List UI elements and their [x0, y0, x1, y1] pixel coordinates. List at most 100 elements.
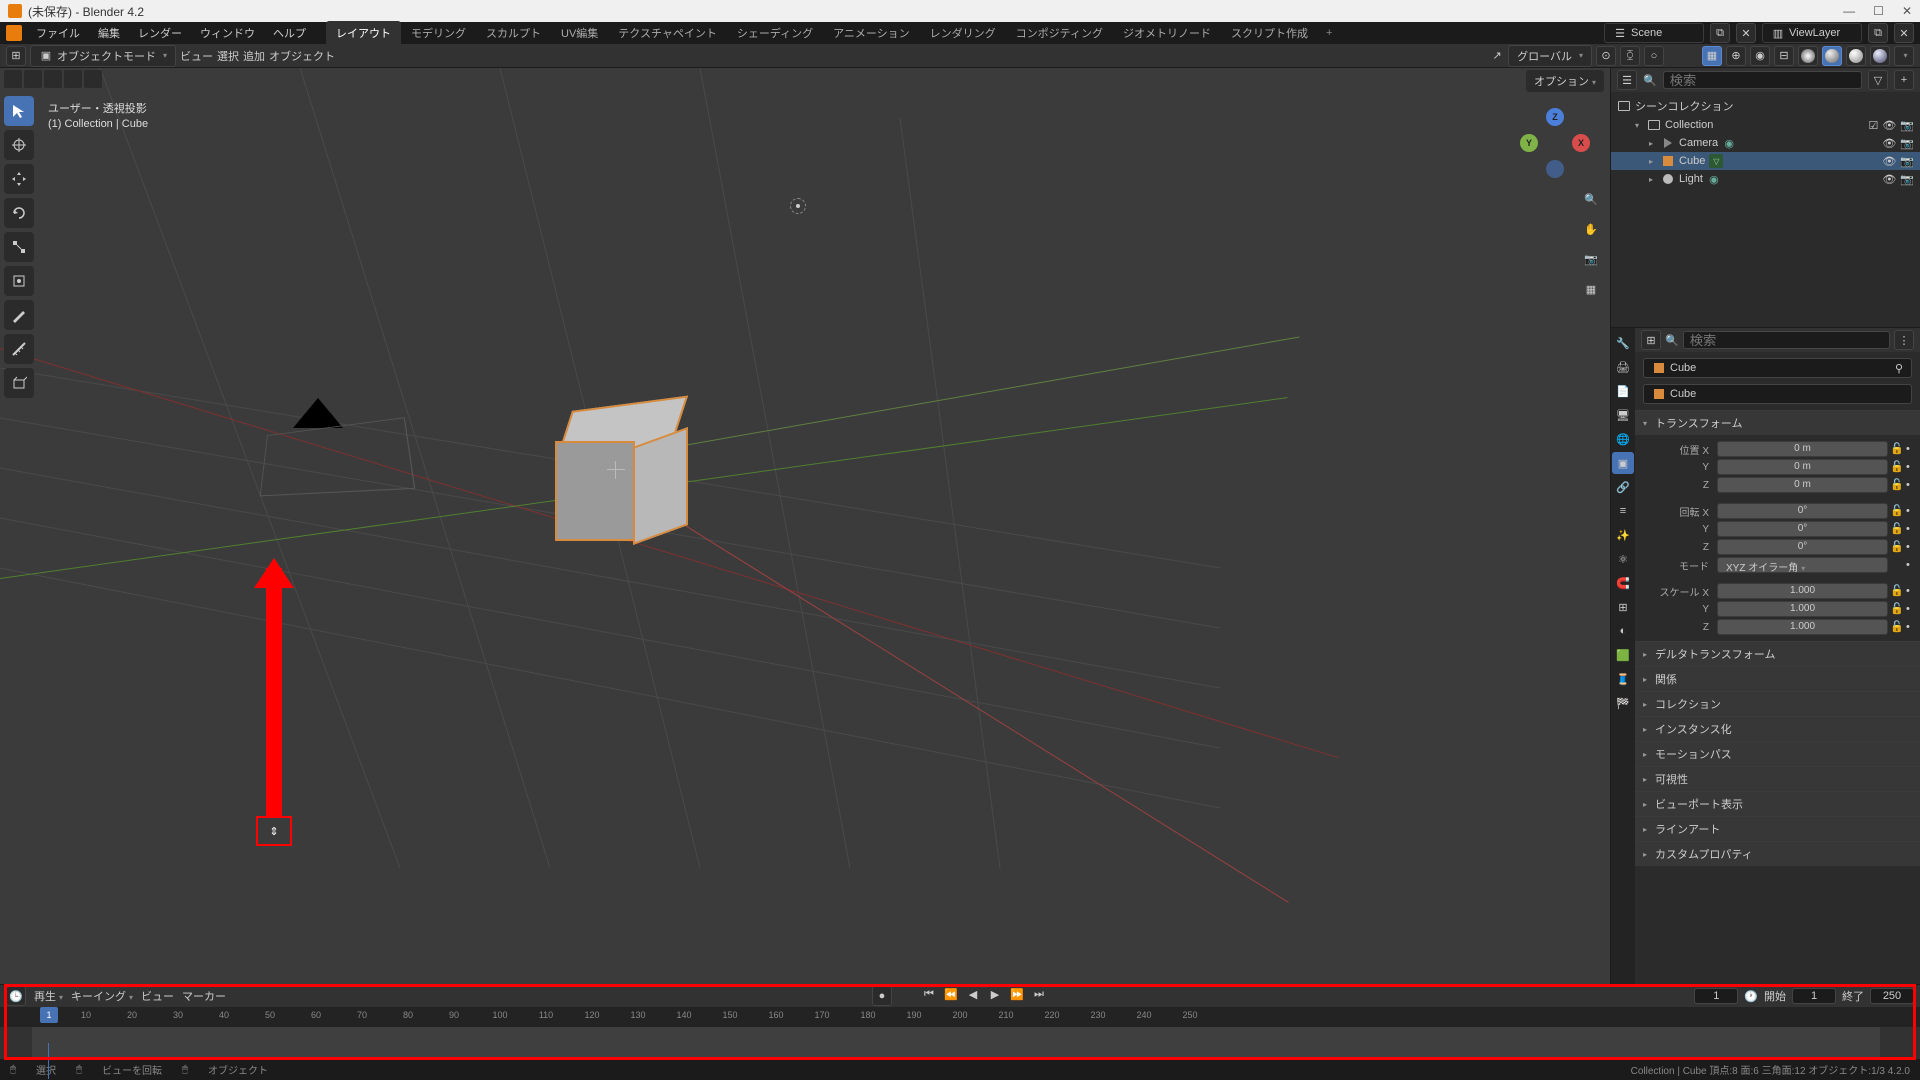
- props-tab-1[interactable]: 🖨: [1612, 356, 1634, 378]
- panel-header[interactable]: インスタンス化: [1635, 717, 1920, 741]
- disclosure-icon[interactable]: [1635, 119, 1643, 131]
- panel-header[interactable]: ビューポート表示: [1635, 792, 1920, 816]
- workspace-tab-4[interactable]: テクスチャペイント: [608, 21, 727, 45]
- props-tab-4[interactable]: 🌐: [1612, 428, 1634, 450]
- minimize-icon[interactable]: —: [1843, 4, 1855, 18]
- select-mode-4[interactable]: [64, 70, 82, 88]
- play-icon[interactable]: ▶: [986, 986, 1004, 1002]
- eye-icon[interactable]: 👁: [1882, 173, 1896, 186]
- location-z-field[interactable]: 0 m: [1717, 477, 1888, 493]
- eye-icon[interactable]: 👁: [1882, 119, 1896, 132]
- location-y-field[interactable]: 0 m: [1717, 459, 1888, 475]
- tree-collection[interactable]: Collection ☑ 👁 📷: [1611, 116, 1920, 134]
- disclosure-icon[interactable]: [1649, 155, 1657, 167]
- select-mode-5[interactable]: [84, 70, 102, 88]
- viewlayer-new-button[interactable]: ⧉: [1868, 23, 1888, 43]
- properties-search-input[interactable]: [1683, 331, 1890, 349]
- viewlayer-selector[interactable]: ▥ ViewLayer: [1762, 23, 1862, 43]
- autokey-button[interactable]: ●: [872, 986, 892, 1006]
- tool-move[interactable]: [4, 164, 34, 194]
- camera-view-icon[interactable]: 📷: [1580, 248, 1602, 270]
- workspace-tab-3[interactable]: UV編集: [551, 21, 608, 45]
- props-tab-2[interactable]: 📄: [1612, 380, 1634, 402]
- breadcrumb-object[interactable]: Cube ⚲: [1643, 358, 1912, 378]
- select-mode-3[interactable]: [44, 70, 62, 88]
- tool-rotate[interactable]: [4, 198, 34, 228]
- outliner-display-mode[interactable]: ☰: [1617, 70, 1637, 90]
- tool-add-primitive[interactable]: [4, 368, 34, 398]
- play-reverse-icon[interactable]: ◀: [964, 986, 982, 1002]
- disclosure-icon[interactable]: [1649, 173, 1657, 185]
- 3d-viewport[interactable]: ユーザー・透視投影 (1) Collection | Cube オプション Z …: [0, 68, 1610, 984]
- header-select[interactable]: 選択: [217, 48, 239, 64]
- scene-delete-button[interactable]: ✕: [1736, 23, 1756, 43]
- workspace-tab-1[interactable]: モデリング: [401, 21, 476, 45]
- perspective-toggle-icon[interactable]: ▦: [1580, 278, 1602, 300]
- props-tab-8[interactable]: ✨: [1612, 524, 1634, 546]
- editor-type-button[interactable]: ⊞: [6, 46, 26, 66]
- pivot-button[interactable]: ⊙: [1596, 46, 1616, 66]
- tool-cursor[interactable]: [4, 130, 34, 160]
- snap-button[interactable]: ⧲: [1620, 46, 1640, 66]
- panel-header[interactable]: カスタムプロパティ: [1635, 842, 1920, 866]
- select-mode-2[interactable]: [24, 70, 42, 88]
- header-add[interactable]: 追加: [243, 48, 265, 64]
- scale-z-field[interactable]: 1.000: [1717, 619, 1888, 635]
- render-icon[interactable]: 📷: [1900, 155, 1914, 168]
- close-icon[interactable]: ✕: [1902, 4, 1912, 18]
- menu-file[interactable]: ファイル: [28, 22, 88, 44]
- props-tab-7[interactable]: ≡: [1612, 500, 1634, 522]
- props-editor-type[interactable]: ⊞: [1641, 330, 1661, 350]
- menu-render[interactable]: レンダー: [130, 22, 190, 44]
- disclosure-icon[interactable]: [1649, 137, 1657, 149]
- render-icon[interactable]: 📷: [1900, 173, 1914, 186]
- gizmo-toggle-button[interactable]: ⊕: [1726, 46, 1746, 66]
- outliner-item-camera[interactable]: Camera◉👁📷: [1611, 134, 1920, 152]
- jump-start-icon[interactable]: ⏮: [920, 986, 938, 1002]
- lock-icon[interactable]: 🔓: [1890, 584, 1904, 598]
- panel-header[interactable]: モーションパス: [1635, 742, 1920, 766]
- props-tab-12[interactable]: ◐: [1612, 620, 1634, 642]
- gizmo-x-axis[interactable]: X: [1572, 134, 1590, 152]
- header-object[interactable]: オブジェクト: [269, 48, 335, 64]
- playhead[interactable]: 1: [40, 1007, 58, 1023]
- shading-material-button[interactable]: [1846, 46, 1866, 66]
- panel-header[interactable]: コレクション: [1635, 692, 1920, 716]
- lock-icon[interactable]: 🔓: [1890, 522, 1904, 536]
- gizmo-neg-z[interactable]: [1546, 160, 1564, 178]
- scene-selector[interactable]: ☰ Scene: [1604, 23, 1704, 43]
- workspace-tab-6[interactable]: アニメーション: [823, 21, 920, 45]
- lock-icon[interactable]: 🔓: [1890, 540, 1904, 554]
- lock-icon[interactable]: 🔓: [1890, 442, 1904, 456]
- workspace-tab-10[interactable]: スクリプト作成: [1221, 21, 1318, 45]
- timeline-view[interactable]: ビュー: [141, 988, 174, 1004]
- workspace-tab-2[interactable]: スカルプト: [476, 21, 551, 45]
- workspace-tab-9[interactable]: ジオメトリノード: [1113, 21, 1221, 45]
- props-tab-14[interactable]: 🧵: [1612, 668, 1634, 690]
- workspace-tab-5[interactable]: シェーディング: [727, 21, 823, 45]
- location-x-field[interactable]: 0 m: [1717, 441, 1888, 457]
- tool-transform[interactable]: [4, 266, 34, 296]
- zoom-icon[interactable]: 🔍: [1580, 188, 1602, 210]
- props-tab-9[interactable]: ⚛: [1612, 548, 1634, 570]
- panel-header[interactable]: ラインアート: [1635, 817, 1920, 841]
- timeline-playback[interactable]: 再生: [34, 988, 63, 1004]
- props-tab-11[interactable]: ⊞: [1612, 596, 1634, 618]
- lock-icon[interactable]: 🔓: [1890, 478, 1904, 492]
- eye-icon[interactable]: 👁: [1882, 155, 1896, 168]
- nav-gizmo[interactable]: Z Y X: [1520, 108, 1590, 178]
- props-tab-15[interactable]: 🏁: [1612, 692, 1634, 714]
- tool-select-box[interactable]: [4, 96, 34, 126]
- camera-object[interactable]: [255, 398, 405, 493]
- shading-rendered-button[interactable]: [1870, 46, 1890, 66]
- timeline-marker[interactable]: マーカー: [182, 988, 226, 1004]
- overlay-toggle-button[interactable]: ◉: [1750, 46, 1770, 66]
- timeline-editor-type[interactable]: 🕒: [6, 986, 26, 1006]
- workspace-tab-8[interactable]: コンポジティング: [1006, 21, 1113, 45]
- light-object[interactable]: [790, 198, 810, 218]
- lock-icon[interactable]: 🔓: [1890, 602, 1904, 616]
- tool-scale[interactable]: [4, 232, 34, 262]
- timeline-track[interactable]: [0, 1027, 1920, 1059]
- select-visibility-button[interactable]: ▦: [1702, 46, 1722, 66]
- scale-y-field[interactable]: 1.000: [1717, 601, 1888, 617]
